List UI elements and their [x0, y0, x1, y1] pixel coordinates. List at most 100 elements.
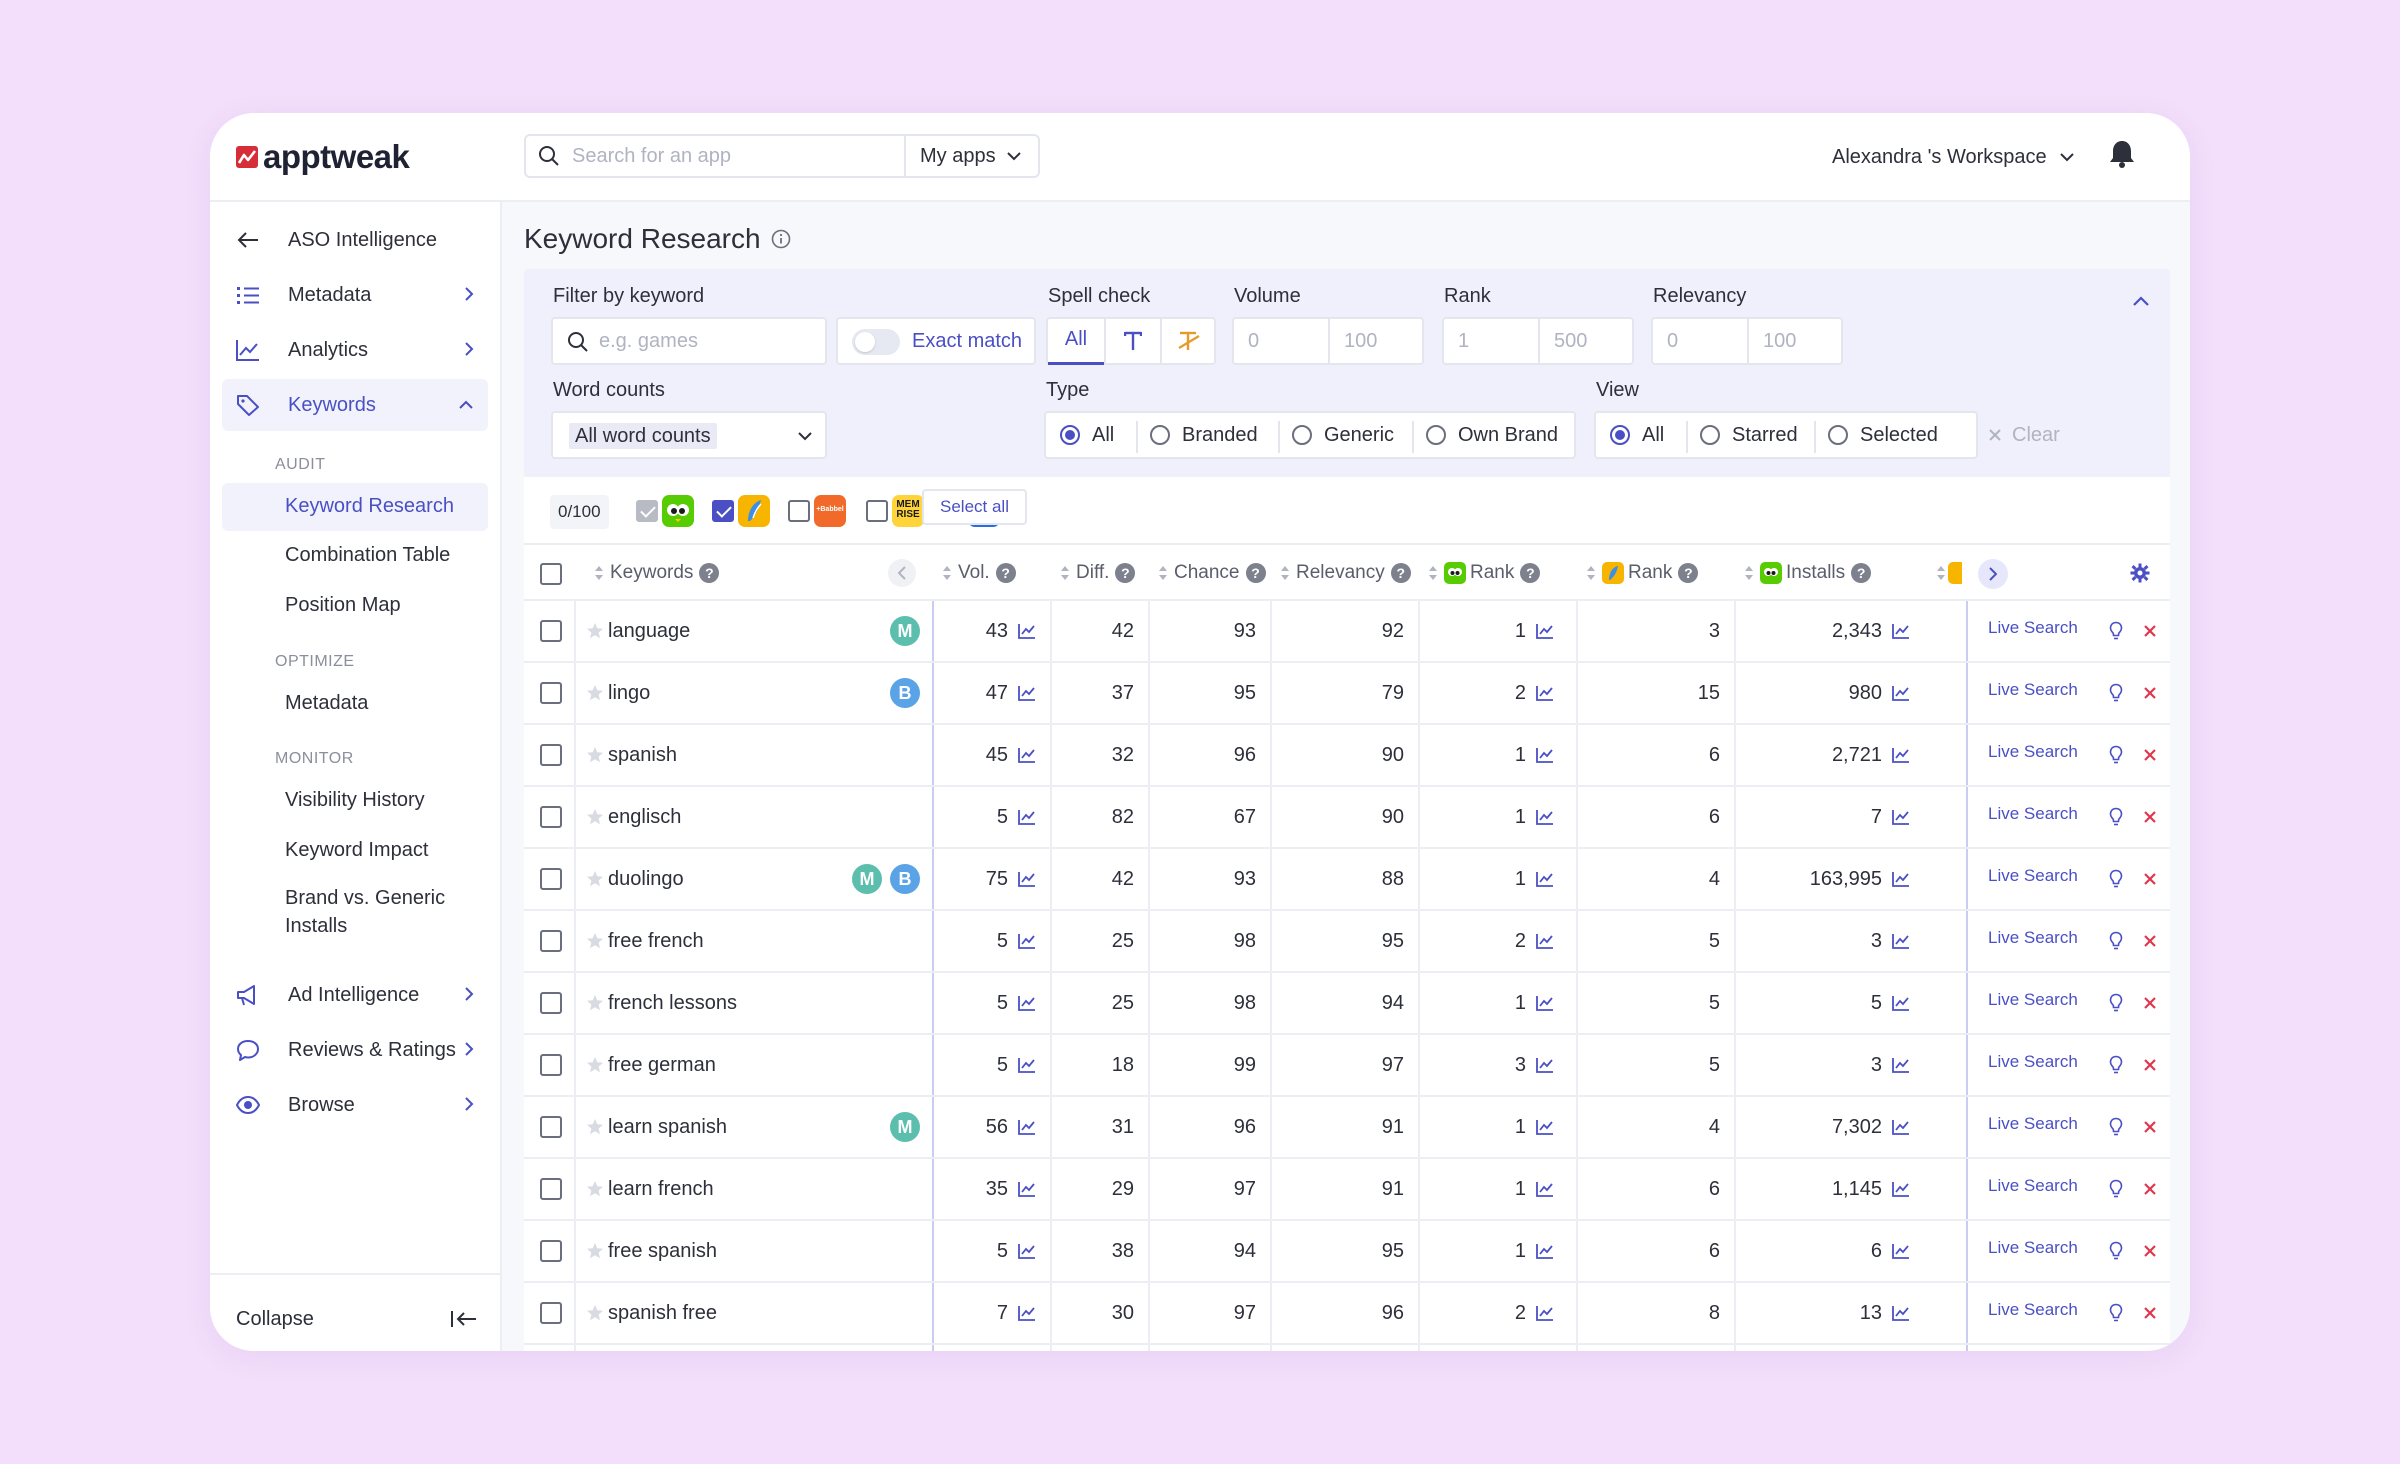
star-icon[interactable]: [586, 1180, 604, 1203]
star-icon[interactable]: [586, 808, 604, 831]
installs-chart-icon[interactable]: [1892, 1243, 1910, 1264]
rank-chart-icon[interactable]: [1536, 995, 1554, 1016]
remove-keyword-close-icon[interactable]: [2143, 810, 2157, 829]
rank-chart-icon[interactable]: [1536, 1181, 1554, 1202]
sidebar-item-analytics[interactable]: Analytics: [222, 324, 488, 376]
live-search-link[interactable]: Live Search: [1988, 1176, 2078, 1196]
spell-check-misspelled-button[interactable]: [1162, 317, 1216, 365]
relevancy-max-input[interactable]: [1763, 330, 1833, 353]
word-counts-select[interactable]: All word counts: [551, 411, 827, 459]
column-header-rank-busuu[interactable]: Rank?: [1586, 545, 1699, 601]
app-search-input[interactable]: [572, 144, 872, 168]
scroll-left-button[interactable]: [888, 559, 916, 587]
lightbulb-icon[interactable]: [2109, 931, 2123, 956]
clear-filters-button[interactable]: Clear: [1988, 421, 2060, 449]
app-checkbox-busuu[interactable]: [712, 500, 734, 522]
exact-match-toggle[interactable]: [852, 329, 900, 355]
lightbulb-icon[interactable]: [2109, 683, 2123, 708]
keyword-cell[interactable]: spanish free: [608, 1283, 717, 1343]
sidebar-sub-visibility-history[interactable]: Visibility History: [222, 777, 488, 825]
row-checkbox[interactable]: [540, 1178, 562, 1200]
rank-chart-icon[interactable]: [1536, 685, 1554, 706]
volume-chart-icon[interactable]: [1018, 685, 1036, 706]
sidebar-sub-position-map[interactable]: Position Map: [222, 582, 488, 630]
lightbulb-icon[interactable]: [2109, 621, 2123, 646]
keyword-cell[interactable]: french lessons: [608, 973, 737, 1033]
volume-chart-icon[interactable]: [1018, 747, 1036, 768]
column-header-diff[interactable]: Diff.?: [1060, 545, 1136, 601]
help-icon[interactable]: ?: [1520, 563, 1541, 583]
volume-min-input[interactable]: [1248, 330, 1318, 353]
app-search[interactable]: [524, 134, 912, 178]
app-checkbox-duolingo[interactable]: [636, 500, 658, 522]
volume-chart-icon[interactable]: [1018, 995, 1036, 1016]
remove-keyword-close-icon[interactable]: [2143, 1058, 2157, 1077]
volume-chart-icon[interactable]: [1018, 1119, 1036, 1140]
help-icon[interactable]: ?: [1678, 563, 1699, 583]
installs-chart-icon[interactable]: [1892, 933, 1910, 954]
rank-chart-icon[interactable]: [1536, 623, 1554, 644]
remove-keyword-close-icon[interactable]: [2143, 1182, 2157, 1201]
keyword-cell[interactable]: free german: [608, 1035, 716, 1095]
type-radio-branded[interactable]: Branded: [1150, 411, 1258, 459]
remove-keyword-close-icon[interactable]: [2143, 934, 2157, 953]
help-icon[interactable]: ?: [1390, 563, 1411, 583]
live-search-link[interactable]: Live Search: [1988, 990, 2078, 1010]
select-all-button[interactable]: Select all: [922, 489, 1027, 525]
installs-chart-icon[interactable]: [1892, 747, 1910, 768]
remove-keyword-close-icon[interactable]: [2143, 748, 2157, 767]
sidebar-sub-brand-vs-generic[interactable]: Brand vs. Generic Installs: [222, 878, 488, 938]
lightbulb-icon[interactable]: [2109, 1303, 2123, 1328]
collapse-filters-chevron-up-icon[interactable]: [2132, 295, 2150, 307]
sidebar-item-metadata[interactable]: Metadata: [222, 269, 488, 321]
row-checkbox[interactable]: [540, 992, 562, 1014]
installs-chart-icon[interactable]: [1892, 685, 1910, 706]
rank-chart-icon[interactable]: [1536, 1243, 1554, 1264]
row-checkbox[interactable]: [540, 1302, 562, 1324]
column-header-installs[interactable]: Installs?: [1744, 545, 1872, 601]
sidebar-item-browse[interactable]: Browse: [222, 1079, 488, 1131]
volume-chart-icon[interactable]: [1018, 871, 1036, 892]
live-search-link[interactable]: Live Search: [1988, 1300, 2078, 1320]
installs-chart-icon[interactable]: [1892, 995, 1910, 1016]
row-checkbox[interactable]: [540, 1054, 562, 1076]
remove-keyword-close-icon[interactable]: [2143, 624, 2157, 643]
help-icon[interactable]: ?: [995, 563, 1016, 583]
live-search-link[interactable]: Live Search: [1988, 1114, 2078, 1134]
select-all-rows-checkbox[interactable]: [540, 563, 562, 585]
remove-keyword-close-icon[interactable]: [2143, 1306, 2157, 1325]
remove-keyword-close-icon[interactable]: [2143, 686, 2157, 705]
gear-icon[interactable]: [2130, 563, 2150, 583]
installs-chart-icon[interactable]: [1892, 1057, 1910, 1078]
remove-keyword-close-icon[interactable]: [2143, 1120, 2157, 1139]
sidebar-sub-keyword-impact[interactable]: Keyword Impact: [222, 827, 488, 875]
rank-chart-icon[interactable]: [1536, 809, 1554, 830]
live-search-link[interactable]: Live Search: [1988, 866, 2078, 886]
live-search-link[interactable]: Live Search: [1988, 1052, 2078, 1072]
keyword-cell[interactable]: learn french: [608, 1159, 714, 1219]
volume-chart-icon[interactable]: [1018, 933, 1036, 954]
sidebar-back-aso-intelligence[interactable]: ASO Intelligence: [222, 214, 488, 266]
keyword-filter-box[interactable]: [551, 317, 827, 365]
row-checkbox[interactable]: [540, 682, 562, 704]
remove-keyword-close-icon[interactable]: [2143, 996, 2157, 1015]
keyword-cell[interactable]: language: [608, 601, 690, 661]
lightbulb-icon[interactable]: [2109, 869, 2123, 894]
sidebar-item-keywords[interactable]: Keywords: [222, 379, 488, 431]
help-icon[interactable]: ?: [1851, 563, 1872, 583]
remove-keyword-close-icon[interactable]: [2143, 872, 2157, 891]
column-header-keywords[interactable]: Keywords?: [594, 545, 720, 601]
row-checkbox[interactable]: [540, 868, 562, 890]
lightbulb-icon[interactable]: [2109, 807, 2123, 832]
lightbulb-icon[interactable]: [2109, 1117, 2123, 1142]
column-header-rank-duolingo[interactable]: Rank?: [1428, 545, 1541, 601]
installs-chart-icon[interactable]: [1892, 809, 1910, 830]
rank-chart-icon[interactable]: [1536, 747, 1554, 768]
rank-chart-icon[interactable]: [1536, 1305, 1554, 1326]
relevancy-min-input[interactable]: [1667, 330, 1737, 353]
help-icon[interactable]: ?: [1115, 563, 1136, 583]
collapse-label[interactable]: Collapse: [236, 1308, 314, 1331]
volume-chart-icon[interactable]: [1018, 623, 1036, 644]
lightbulb-icon[interactable]: [2109, 745, 2123, 770]
keyword-cell[interactable]: lingo: [608, 663, 650, 723]
